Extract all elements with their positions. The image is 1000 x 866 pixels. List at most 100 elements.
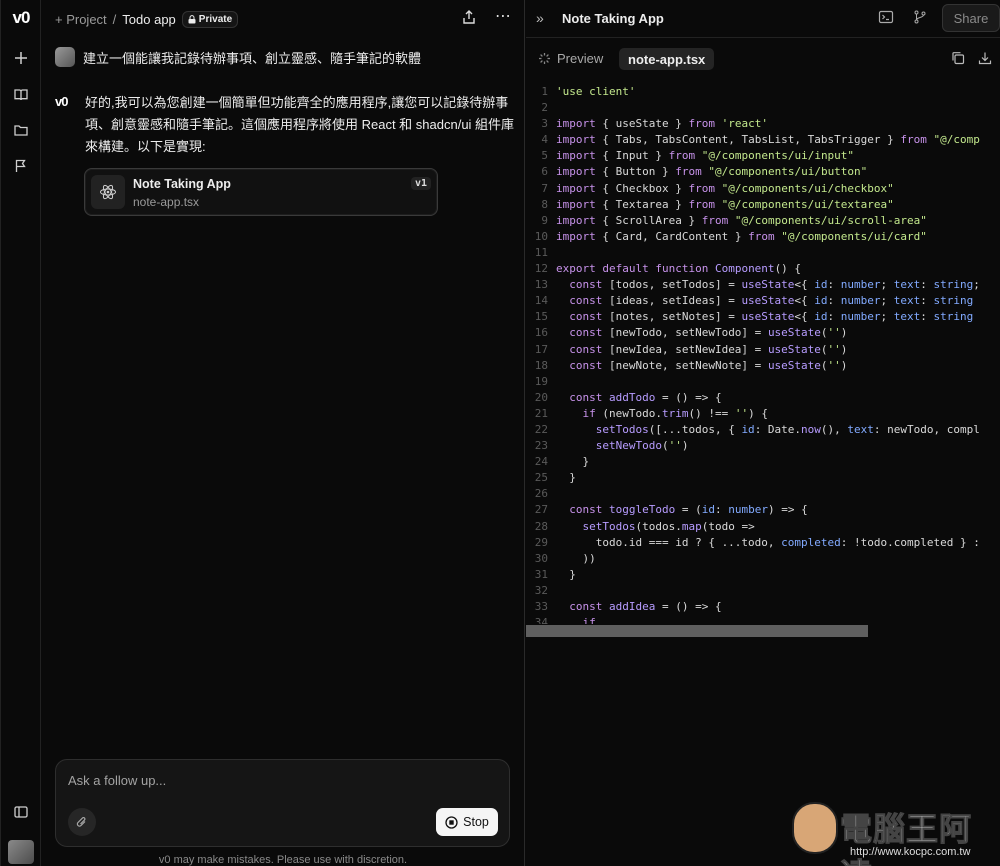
artifact-card[interactable]: Note Taking App note-app.tsx v1: [84, 168, 438, 216]
code-token: useState: [741, 294, 795, 308]
user-message: 建立一個能讓我記錄待辦事項、創立靈感、隨手筆記的軟體: [55, 47, 421, 67]
project-name[interactable]: Todo app: [122, 12, 176, 27]
code-token: ) {: [748, 406, 768, 420]
chat-panel: + Project / Todo app Private ⋯ 建立一個能讓我記錄…: [41, 0, 525, 866]
line-number: 25: [534, 471, 548, 485]
code-token: :: [920, 310, 934, 324]
terminal-icon[interactable]: [878, 9, 896, 27]
flag-icon[interactable]: [7, 152, 35, 180]
line-number: 31: [534, 567, 548, 581]
tab-preview[interactable]: Preview: [538, 51, 603, 66]
collapse-chevron-icon[interactable]: »: [536, 10, 544, 26]
line-number: 15: [534, 310, 548, 324]
code-line: 29 todo.id === id ? { ...todo, completed…: [526, 535, 1000, 551]
code-token: const: [556, 310, 603, 324]
code-token: = () => {: [655, 390, 722, 404]
line-number: 22: [534, 422, 548, 436]
line-content: import { Input } from "@/components/ui/i…: [548, 148, 854, 164]
code-line: 21 if (newTodo.trim() !== '') {: [526, 406, 1000, 422]
code-token: "@/components/ui/scroll-area": [728, 213, 927, 227]
line-number: 32: [534, 583, 548, 597]
code-token: <{: [794, 294, 815, 308]
code-line: 2: [526, 100, 1000, 116]
code-token: if: [556, 406, 596, 420]
code-token: { useState }: [595, 117, 689, 131]
code-token: useState: [741, 278, 795, 292]
code-line: 15 const [notes, setNotes] = useState<{ …: [526, 309, 1000, 325]
code-token: const: [556, 503, 603, 517]
code-panel: » Note Taking App Share Preview note-app…: [526, 0, 1000, 866]
line-content: const [todos, setTodos] = useState<{ id:…: [548, 277, 980, 293]
line-number: 30: [534, 551, 548, 565]
privacy-badge[interactable]: Private: [181, 11, 239, 28]
tab-file[interactable]: note-app.tsx: [619, 48, 715, 70]
left-rail: v0: [0, 0, 41, 866]
git-branch-icon[interactable]: [912, 9, 930, 27]
line-number: 6: [541, 165, 548, 179]
line-number: 5: [541, 149, 548, 163]
download-icon[interactable]: [978, 51, 994, 67]
artifact-filename: note-app.tsx: [133, 195, 200, 209]
code-line: 26: [526, 486, 1000, 502]
copy-icon[interactable]: [951, 51, 967, 67]
new-chat-icon[interactable]: [7, 44, 35, 72]
chat-header: + Project / Todo app Private ⋯: [41, 0, 525, 38]
line-content: import { useState } from 'react': [548, 116, 768, 132]
upload-share-icon[interactable]: [461, 9, 479, 27]
code-token: '': [827, 342, 841, 356]
code-token: import: [556, 181, 596, 195]
line-number: 3: [541, 117, 548, 131]
new-project-link[interactable]: + Project: [55, 12, 107, 27]
paperclip-icon[interactable]: [68, 808, 96, 836]
code-token: "@/components/ui/button": [701, 165, 868, 179]
code-panel-title: Note Taking App: [562, 11, 664, 26]
share-button[interactable]: Share: [942, 4, 1000, 32]
artifact-version-badge: v1: [410, 177, 431, 190]
line-number: 29: [534, 535, 548, 549]
code-line: 5 import { Input } from "@/components/ui/…: [526, 148, 1000, 164]
code-token: "@/components/ui/input": [695, 149, 855, 163]
artifact-title: Note Taking App: [133, 177, 231, 191]
code-line: 20 const addTodo = () => {: [526, 390, 1000, 406]
line-content: [548, 583, 556, 599]
folder-icon[interactable]: [7, 116, 35, 144]
code-line: 33 const addIdea = () => {: [526, 599, 1000, 615]
horizontal-scrollbar[interactable]: [526, 625, 868, 637]
line-content: if (newTodo.trim() !== '') {: [548, 406, 768, 422]
v0-logo[interactable]: v0: [5, 8, 37, 28]
line-number: 12: [534, 262, 548, 276]
line-number: 7: [541, 181, 548, 195]
code-token: string: [933, 278, 974, 292]
code-token: 'use client': [556, 85, 636, 98]
code-token: ) => {: [767, 503, 808, 517]
line-content: [548, 245, 556, 261]
line-content: const [ideas, setIdeas] = useState<{ id:…: [548, 293, 973, 309]
code-token: :: [827, 278, 841, 292]
follow-up-input[interactable]: [68, 770, 488, 790]
code-token: text: [893, 310, 921, 324]
code-token: todo.id === id ? { ...todo,: [556, 535, 782, 549]
code-editor[interactable]: 1'use client' 2 3 import { useState } from …: [526, 84, 1000, 624]
line-content: import { Checkbox } from "@/components/u…: [548, 181, 894, 197]
code-token: ): [840, 326, 848, 340]
code-token: from: [748, 229, 775, 243]
code-token: setTodos: [556, 422, 649, 436]
code-token: Component: [708, 262, 775, 276]
stop-button[interactable]: Stop: [436, 808, 498, 836]
line-content: const [newNote, setNewNote] = useState('…: [548, 358, 847, 374]
code-token: }: [556, 455, 590, 469]
code-token: setTodos: [556, 519, 636, 533]
code-token: text: [893, 294, 921, 308]
react-atom-icon: [91, 175, 125, 209]
watermark-mascot-icon: [792, 802, 838, 854]
library-icon[interactable]: [7, 81, 35, 109]
code-token: [newIdea, setNewIdea] =: [602, 342, 768, 356]
line-number: 34: [534, 616, 548, 624]
sidebar-toggle-icon[interactable]: [7, 798, 35, 826]
code-token: (newTodo.: [595, 406, 662, 420]
user-avatar[interactable]: [8, 840, 34, 864]
disclaimer: v0 may make mistakes. Please use with di…: [158, 854, 408, 866]
code-token: id: [814, 294, 828, 308]
line-number: 9: [541, 213, 548, 227]
more-options-icon[interactable]: ⋯: [493, 9, 513, 27]
